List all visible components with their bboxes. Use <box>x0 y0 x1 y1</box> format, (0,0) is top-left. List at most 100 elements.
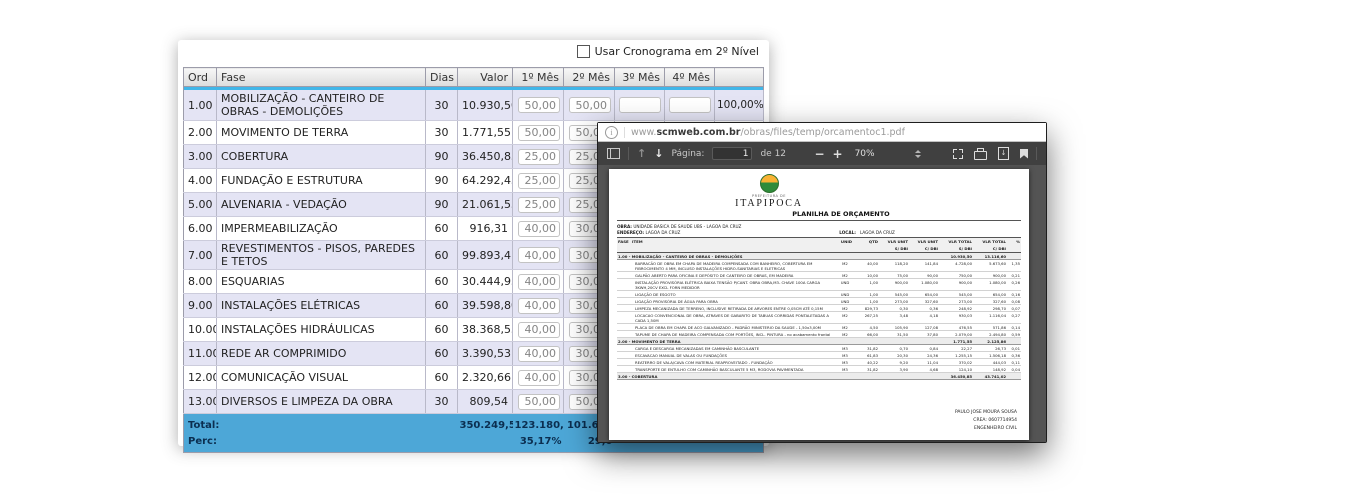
month-1-input[interactable] <box>518 247 560 263</box>
item-vlr-total-cdbi: 1.506,18 <box>973 352 1007 359</box>
month-3-input[interactable] <box>619 97 661 113</box>
orcamento-table: FASEITEMUNIDQTDVLR UNITVLR UNITVLR TOTAL… <box>617 237 1021 380</box>
dias-cell: 30 <box>426 90 458 121</box>
chevron-updown-icon <box>915 150 921 158</box>
item-desc: TAPUME DE CHAPA DE MADEIRA COMPENSADA CO… <box>631 331 837 338</box>
page-number-input[interactable] <box>712 147 752 160</box>
month-cell <box>513 270 564 294</box>
pdf-item-row: INSTALAÇÃO PROVISÓRIA ELÉTRICA BAIXA TEN… <box>617 279 1021 291</box>
dias-cell: 30 <box>426 121 458 145</box>
fase-cell: COMUNICAÇÃO VISUAL <box>217 366 426 390</box>
pdf-item-row: LIMPEZA MECANIZADA DE TERRENO, INCLUSIVE… <box>617 305 1021 312</box>
fase-cell: MOBILIZAÇÃO - CANTEIRO DE OBRAS - DEMOLI… <box>217 90 426 121</box>
month-1-input[interactable] <box>518 298 560 314</box>
item-unid: M2 <box>837 331 853 338</box>
ord-cell: 1.00 <box>184 90 217 121</box>
month-cell <box>513 217 564 241</box>
page-up-icon[interactable]: ↑ <box>637 148 646 159</box>
month-cell <box>564 90 615 121</box>
pdf-viewport[interactable]: PREFEITURA DE ITAPIPOCA PLANILHA DE ORÇA… <box>598 165 1046 442</box>
pdf-column-header <box>631 245 837 253</box>
month-1-input[interactable] <box>518 394 560 410</box>
month-cell <box>513 241 564 270</box>
browser-url-bar[interactable]: www.scmweb.com.br/obras/files/temp/orcam… <box>598 123 1046 142</box>
item-qtd: 31,82 <box>853 366 879 373</box>
month-1-input[interactable] <box>518 125 560 141</box>
month-1-input[interactable] <box>518 370 560 386</box>
item-desc: TRANSPORTE DE ENTULHO COM CAMINHÃO BASCU… <box>631 366 837 373</box>
column-header: 1º Mês <box>513 68 564 87</box>
item-vlr-total-sdbi: 370,02 <box>939 359 973 366</box>
zoom-out-icon[interactable]: − <box>814 148 824 160</box>
pdf-column-header <box>853 245 879 253</box>
item-desc: LIMPEZA MECANIZADA DE TERRENO, INCLUSIVE… <box>631 305 837 312</box>
item-perc: 0,21 <box>1007 272 1021 279</box>
print-icon[interactable] <box>974 151 987 160</box>
month-1-input[interactable] <box>518 221 560 237</box>
section-title: 3.00 - COBERTURA <box>617 373 939 380</box>
fullscreen-icon[interactable] <box>953 149 963 159</box>
month-1-input[interactable] <box>518 346 560 362</box>
item-unid: M2 <box>837 324 853 331</box>
section-total-cdbi: 2.125,86 <box>973 338 1007 345</box>
item-qtd: 1,00 <box>853 298 879 305</box>
pdf-column-header: C/ DBI <box>973 245 1007 253</box>
month-1-input[interactable] <box>518 149 560 165</box>
item-vlr-unit-cdbi: 37,80 <box>909 331 939 338</box>
ord-cell: 6.00 <box>184 217 217 241</box>
month-1-input[interactable] <box>518 322 560 338</box>
month-cell <box>513 366 564 390</box>
item-perc: 0,01 <box>1007 345 1021 352</box>
item-qtd: 40,22 <box>853 359 879 366</box>
section-title: 1.00 - MOBILIZAÇÃO - CANTEIRO DE OBRAS -… <box>617 253 939 260</box>
item-vlr-total-cdbi: 1.116,04 <box>973 312 1007 324</box>
zoom-in-icon[interactable]: + <box>833 148 843 160</box>
sidebar-toggle-icon[interactable] <box>607 148 620 159</box>
perc-valor <box>458 433 513 453</box>
item-desc: REATERRO DE VALA/CAVA COM MATERIAL REAPR… <box>631 359 837 366</box>
divider <box>1036 147 1037 160</box>
item-vlr-total-sdbi: 930,03 <box>939 312 973 324</box>
item-perc: 0,36 <box>1007 352 1021 359</box>
bookmark-icon[interactable] <box>1020 149 1028 159</box>
month-1-input[interactable] <box>518 97 560 113</box>
item-vlr-unit-sdbi: 3,48 <box>879 312 909 324</box>
item-fase <box>617 359 631 366</box>
valor-cell: 1.771,55 <box>458 121 513 145</box>
info-icon[interactable] <box>605 126 618 139</box>
url-text: www.scmweb.com.br/obras/files/temp/orcam… <box>631 127 905 138</box>
pdf-item-row: LOCACAO CONVENCIONAL DE OBRA, ATRAVES DE… <box>617 312 1021 324</box>
item-qtd: 4,50 <box>853 324 879 331</box>
month-cell <box>513 121 564 145</box>
month-4-input[interactable] <box>669 97 711 113</box>
month-2-input[interactable] <box>569 97 611 113</box>
item-desc: LOCACAO CONVENCIONAL DE OBRA, ATRAVES DE… <box>631 312 837 324</box>
item-vlr-total-sdbi: 248,92 <box>939 305 973 312</box>
item-vlr-total-cdbi: 5.673,60 <box>973 260 1007 272</box>
dias-cell: 60 <box>426 270 458 294</box>
pdf-item-row: PLACA DE OBRA EM CHAPA DE ACO GALVANIZAD… <box>617 324 1021 331</box>
month-cell <box>513 342 564 366</box>
pdf-viewer-window: www.scmweb.com.br/obras/files/temp/orcam… <box>597 122 1047 443</box>
column-header: Dias <box>426 68 458 87</box>
item-vlr-total-sdbi: 900,00 <box>939 279 973 291</box>
page-down-icon[interactable]: ↓ <box>654 148 663 159</box>
fase-cell: REDE AR COMPRIMIDO <box>217 342 426 366</box>
month-cell <box>513 169 564 193</box>
item-vlr-unit-sdbi: 0,30 <box>879 305 909 312</box>
zoom-level-select[interactable]: 70% <box>851 147 925 161</box>
usar-cronograma-2nivel-checkbox[interactable]: Usar Cronograma em 2º Nível <box>577 45 759 58</box>
month-1-input[interactable] <box>518 173 560 189</box>
valor-cell: 38.368,55 <box>458 318 513 342</box>
month-cell <box>665 90 715 121</box>
item-vlr-unit-cdbi: 654,00 <box>909 291 939 298</box>
month-1-input[interactable] <box>518 274 560 290</box>
signature-block: PAULO JOSE MOURA SOUSACREA: 0607714954EN… <box>955 409 1017 433</box>
month-cell <box>615 90 665 121</box>
month-1-input[interactable] <box>518 197 560 213</box>
item-vlr-total-cdbi: 444,03 <box>973 359 1007 366</box>
checkbox-icon[interactable] <box>577 45 590 58</box>
download-icon[interactable]: ↓ <box>998 147 1009 160</box>
item-fase <box>617 298 631 305</box>
divider <box>624 127 625 138</box>
